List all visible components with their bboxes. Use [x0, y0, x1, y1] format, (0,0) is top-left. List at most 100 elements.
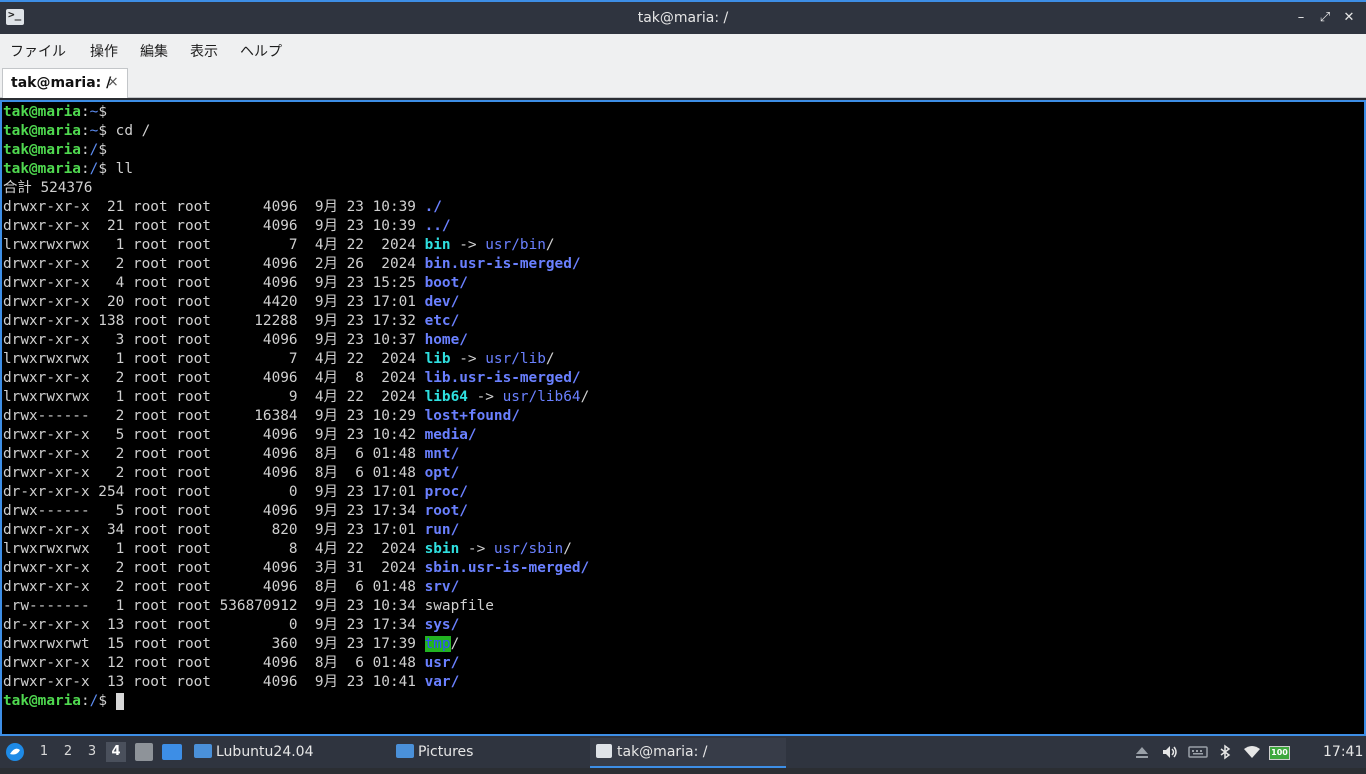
listing-info: dr-xr-xr-x 254 root root 0 9月 23 17:01 — [3, 484, 425, 500]
terminal-output-line: 合計 524376 — [3, 179, 92, 198]
menu-view[interactable]: 表示 — [190, 41, 218, 61]
listing-info: drwxr-xr-x 21 root root 4096 9月 23 10:39 — [3, 199, 425, 215]
listing-name: lib64 — [424, 389, 468, 405]
listing-row: drwxr-xr-x 3 root root 4096 9月 23 10:37 … — [3, 331, 468, 350]
link-target: usr/bin — [485, 237, 546, 253]
listing-name: root — [424, 503, 460, 519]
link-arrow: -> — [450, 237, 486, 253]
task-label: Pictures — [418, 744, 474, 760]
window-titlebar[interactable]: >_ tak@maria: / – ⤢ ✕ — [0, 0, 1366, 34]
listing-info: -rw------- 1 root root 536870912 9月 23 1… — [3, 598, 425, 614]
eject-icon[interactable] — [1134, 744, 1150, 760]
listing-slash: / — [450, 674, 460, 690]
listing-slash: / — [467, 427, 477, 443]
listing-row: drwxr-xr-x 2 root root 4096 8月 6 01:48 m… — [3, 445, 459, 464]
task-terminal[interactable]: tak@maria: / — [590, 738, 786, 768]
listing-name: etc — [424, 313, 451, 329]
listing-info: drwxr-xr-x 21 root root 4096 9月 23 10:39 — [3, 218, 425, 234]
listing-info: drwxr-xr-x 4 root root 4096 9月 23 15:25 — [3, 275, 425, 291]
prompt-command: $ ll — [98, 161, 133, 177]
menu-file[interactable]: ファイル — [10, 41, 66, 61]
listing-slash: / — [580, 560, 590, 576]
listing-slash: / — [450, 446, 460, 462]
listing-slash: / — [450, 655, 460, 671]
close-button[interactable]: ✕ — [1340, 9, 1358, 27]
link-target: usr/sbin — [493, 541, 564, 557]
bluetooth-icon[interactable] — [1217, 744, 1233, 760]
menu-help[interactable]: ヘルプ — [240, 41, 282, 61]
listing-info: drwxr-xr-x 5 root root 4096 9月 23 10:42 — [3, 427, 425, 443]
clock[interactable]: 17:41 — [1323, 736, 1363, 768]
listing-name: lib — [424, 351, 451, 367]
link-arrow: -> — [450, 351, 486, 367]
listing-name: mnt — [424, 446, 451, 462]
workspace-3[interactable]: 3 — [82, 742, 102, 762]
listing-slash: / — [450, 465, 460, 481]
workspace-1[interactable]: 1 — [34, 742, 54, 762]
listing-name: media — [424, 427, 468, 443]
listing-name: srv — [424, 579, 451, 595]
link-arrow: -> — [467, 389, 503, 405]
listing-name: home — [424, 332, 460, 348]
listing-name: dev — [424, 294, 451, 310]
prompt-command: $ — [98, 142, 116, 158]
listing-row: drwxr-xr-x 21 root root 4096 9月 23 10:39… — [3, 198, 442, 217]
maximize-button[interactable]: ⤢ — [1316, 9, 1334, 27]
listing-slash: / — [580, 389, 590, 405]
show-desktop-icon[interactable] — [162, 744, 182, 760]
listing-slash: / — [571, 370, 581, 386]
listing-info: drwxr-xr-x 2 root root 4096 4月 8 2024 — [3, 370, 425, 386]
battery-icon[interactable]: 100 — [1269, 744, 1290, 760]
prompt-command: $ — [98, 104, 116, 120]
listing-row: lrwxrwxrwx 1 root root 7 4月 22 2024 bin … — [3, 236, 555, 255]
prompt-user: tak@maria — [3, 161, 81, 177]
listing-row: drwxrwxrwt 15 root root 360 9月 23 17:39 … — [3, 635, 459, 654]
workspace-2[interactable]: 2 — [58, 742, 78, 762]
listing-row: drwxr-xr-x 2 root root 4096 8月 6 01:48 o… — [3, 464, 459, 483]
wifi-icon[interactable] — [1243, 744, 1260, 760]
prompt-user: tak@maria — [3, 693, 81, 709]
terminal-view[interactable]: tak@maria:~$ tak@maria:~$ cd / tak@maria:… — [0, 100, 1366, 736]
tab-label: tak@maria: / — [11, 75, 112, 91]
terminal-prompt-line: tak@maria:/$ — [3, 692, 124, 711]
task-pictures[interactable]: Pictures — [396, 738, 586, 766]
link-arrow: -> — [459, 541, 494, 557]
listing-info: drwxr-xr-x 2 root root 4096 2月 26 2024 — [3, 256, 425, 272]
menu-actions[interactable]: 操作 — [90, 41, 118, 61]
listing-info: lrwxrwxrwx 1 root root 7 4月 22 2024 — [3, 351, 425, 367]
listing-info: drwx------ 2 root root 16384 9月 23 10:29 — [3, 408, 425, 424]
file-manager-icon[interactable] — [135, 743, 153, 761]
volume-icon[interactable] — [1161, 744, 1177, 760]
workspace-4[interactable]: 4 — [106, 742, 126, 762]
listing-info: drwxr-xr-x 2 root root 4096 8月 6 01:48 — [3, 465, 425, 481]
minimize-button[interactable]: – — [1292, 9, 1310, 27]
listing-name: proc — [424, 484, 460, 500]
prompt-user: tak@maria — [3, 104, 81, 120]
listing-slash: / — [441, 218, 451, 234]
link-target: usr/lib64 — [502, 389, 581, 405]
listing-name: opt — [424, 465, 451, 481]
terminal-prompt-line: tak@maria:~$ cd / — [3, 122, 150, 141]
listing-row: -rw------- 1 root root 536870912 9月 23 1… — [3, 597, 494, 616]
keyboard-icon[interactable] — [1188, 744, 1208, 760]
listing-name: run — [424, 522, 451, 538]
tab-terminal[interactable]: tak@maria: / × — [2, 68, 128, 98]
listing-slash: / — [545, 237, 555, 253]
listing-row: drwxr-xr-x 20 root root 4420 9月 23 17:01… — [3, 293, 459, 312]
lubuntu-logo-icon[interactable] — [5, 742, 25, 762]
tab-close-icon[interactable]: × — [107, 74, 119, 90]
listing-slash: / — [450, 294, 460, 310]
listing-row: dr-xr-xr-x 13 root root 0 9月 23 17:34 sy… — [3, 616, 459, 635]
task-lubuntu[interactable]: Lubuntu24.04 — [194, 738, 384, 766]
listing-slash: / — [450, 579, 460, 595]
listing-row: drwxr-xr-x 34 root root 820 9月 23 17:01 … — [3, 521, 459, 540]
listing-row: drwx------ 5 root root 4096 9月 23 17:34 … — [3, 502, 468, 521]
menu-edit[interactable]: 編集 — [140, 41, 168, 61]
prompt-separator: : — [80, 693, 90, 709]
listing-name: lost+found — [424, 408, 512, 424]
taskbar: 1 2 3 4 Lubuntu24.04 Pictures tak@maria:… — [0, 736, 1366, 768]
listing-info: lrwxrwxrwx 1 root root 8 4月 22 2024 — [3, 541, 425, 557]
listing-name: sbin — [424, 541, 460, 557]
listing-info: drwxr-xr-x 2 root root 4096 8月 6 01:48 — [3, 579, 425, 595]
listing-name: tmp — [424, 636, 451, 652]
